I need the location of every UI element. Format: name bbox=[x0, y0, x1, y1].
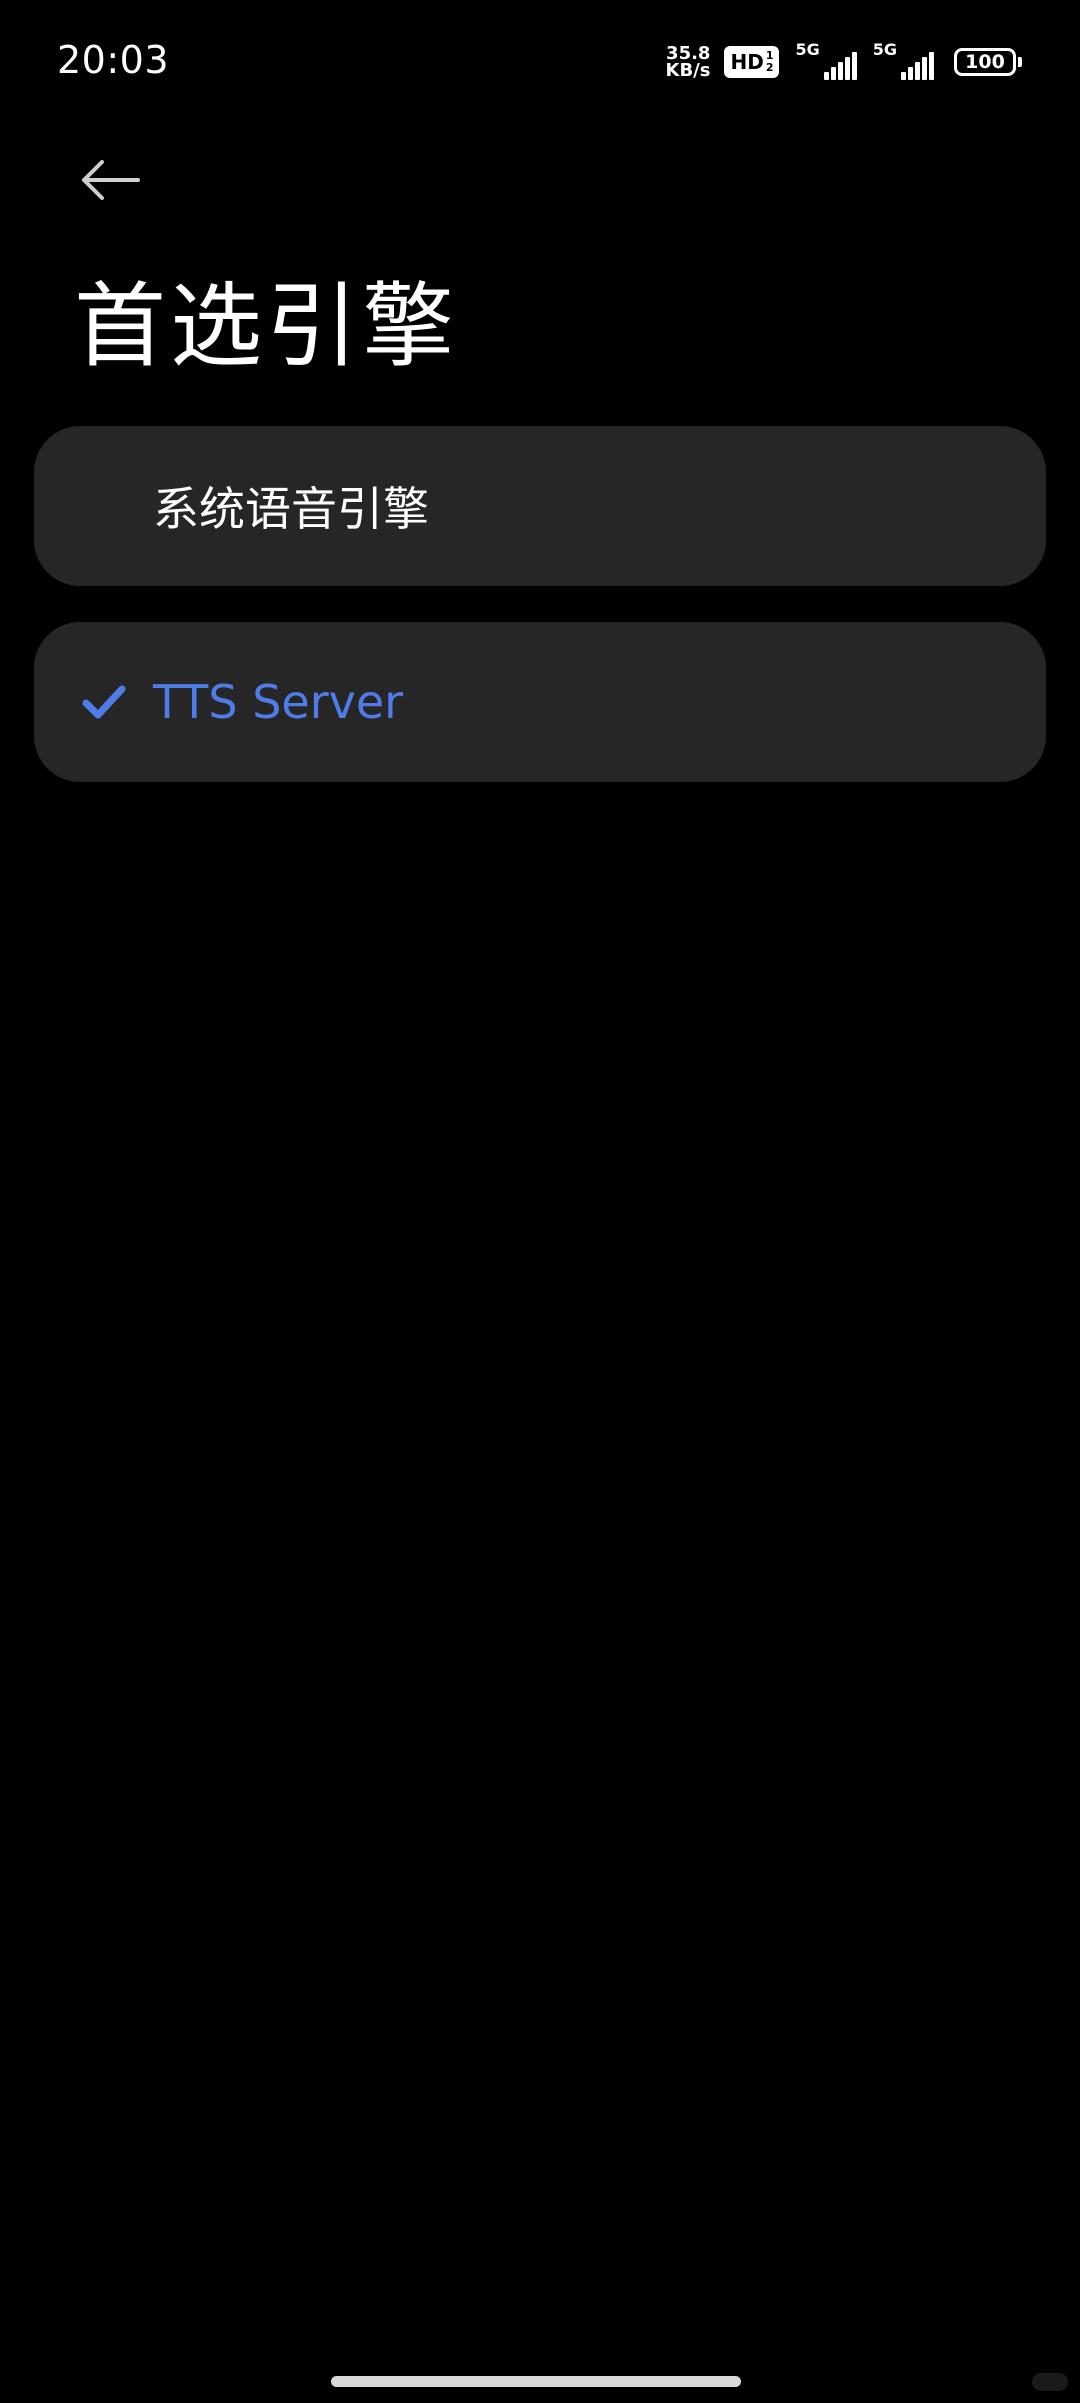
network-speed: 35.8 KB/s bbox=[665, 45, 711, 81]
signal-bar bbox=[915, 62, 920, 80]
battery-icon: 100 bbox=[954, 48, 1022, 76]
signal-bar bbox=[830, 67, 836, 80]
watermark-icon bbox=[1032, 2373, 1068, 2391]
signal-bar bbox=[823, 72, 829, 80]
hd-sim-numbers: 1 2 bbox=[766, 50, 774, 74]
sim2-network-type: 5G bbox=[872, 40, 897, 59]
status-time: 20:03 bbox=[57, 38, 170, 82]
hd-label: HD bbox=[730, 50, 764, 74]
engine-option-list: 系统语音引擎 TTS Server bbox=[34, 426, 1046, 818]
checkmark-icon bbox=[82, 685, 126, 719]
signal-bar bbox=[908, 67, 913, 80]
sim1-signal-icon: 5G bbox=[795, 40, 857, 80]
signal-bar bbox=[837, 62, 843, 80]
status-bar: 20:03 35.8 KB/s HD 1 2 5G 5G 100 bbox=[0, 0, 1080, 130]
signal-bar bbox=[844, 57, 850, 80]
status-icons: 35.8 KB/s HD 1 2 5G 5G 100 bbox=[665, 40, 1022, 82]
signal-bar bbox=[901, 72, 906, 80]
option-label: 系统语音引擎 bbox=[153, 482, 429, 536]
option-label: TTS Server bbox=[153, 675, 404, 729]
gesture-navigation-bar[interactable] bbox=[331, 2376, 741, 2387]
page-title: 首选引擎 bbox=[74, 273, 459, 380]
network-speed-unit: KB/s bbox=[665, 60, 711, 81]
battery-level: 100 bbox=[965, 51, 1005, 73]
option-tts-server[interactable]: TTS Server bbox=[34, 622, 1046, 782]
signal-bar bbox=[929, 52, 934, 80]
arrow-left-icon bbox=[82, 160, 140, 200]
option-system-tts-engine[interactable]: 系统语音引擎 bbox=[34, 426, 1046, 586]
hd-voice-icon: HD 1 2 bbox=[724, 46, 780, 78]
back-button[interactable] bbox=[70, 150, 150, 210]
hd-sub-bottom: 2 bbox=[765, 61, 774, 74]
signal-bar bbox=[922, 57, 927, 80]
sim2-signal-icon: 5G bbox=[873, 40, 934, 80]
signal-bar bbox=[851, 52, 857, 80]
sim1-network-type: 5G bbox=[795, 40, 820, 59]
